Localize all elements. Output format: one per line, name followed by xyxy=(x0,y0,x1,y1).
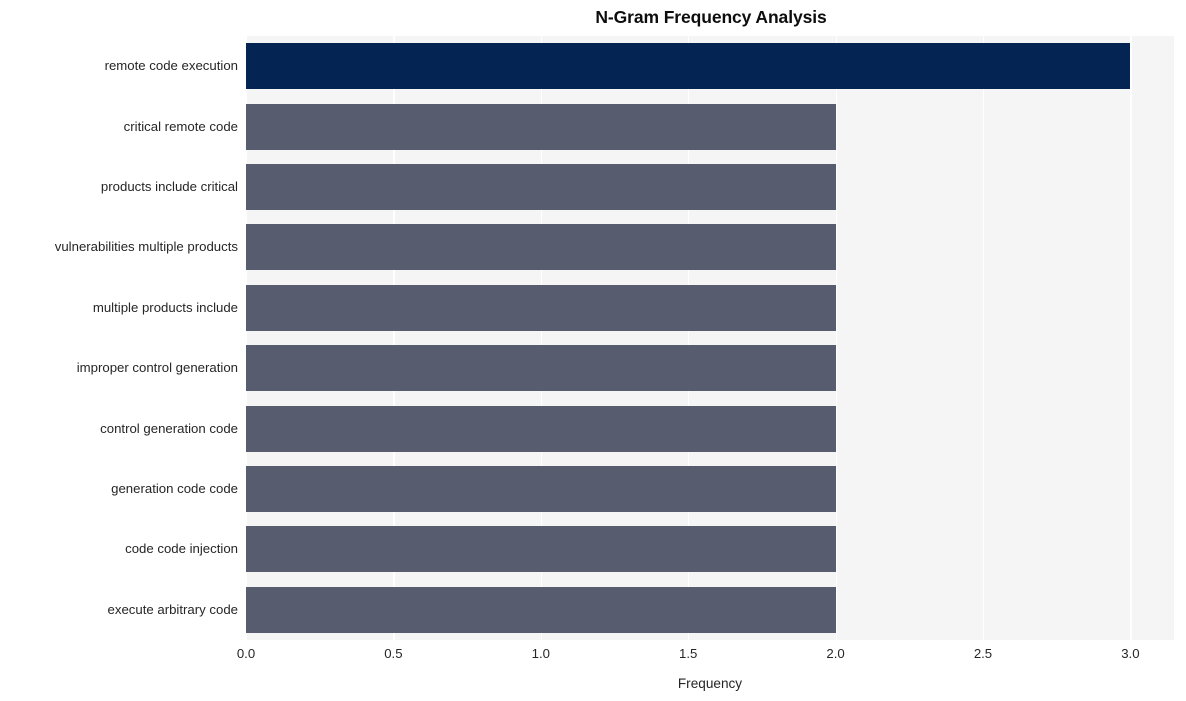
bar xyxy=(246,586,836,633)
x-axis-tick-label: 2.0 xyxy=(826,646,845,661)
bar xyxy=(246,405,836,452)
y-axis-tick-label: remote code execution xyxy=(104,58,238,74)
x-axis-tick-label: 1.0 xyxy=(531,646,550,661)
x-axis-title: Frequency xyxy=(677,676,743,691)
y-axis-tick-label: multiple products include xyxy=(92,299,238,315)
bar xyxy=(246,103,836,150)
y-axis-tick-label: code code injection xyxy=(125,541,238,557)
gridline-x-2.5 xyxy=(982,36,985,640)
y-axis-tick-label: improper control generation xyxy=(76,360,238,376)
y-axis-tick-label: products include critical xyxy=(100,179,238,194)
x-axis-tick-label: 3.0 xyxy=(1121,646,1140,661)
gridline-x-2.0 xyxy=(835,36,837,640)
y-axis-tick-label: execute arbitrary code xyxy=(107,601,238,617)
y-axis-tick-label: vulnerabilities multiple products xyxy=(54,239,238,255)
x-axis-tick-label: 2.5 xyxy=(973,646,993,661)
y-axis: remote code execution critical remote cod… xyxy=(0,36,238,640)
bar xyxy=(246,164,836,210)
page-title: N-Gram Frequency Analysis xyxy=(595,7,827,27)
gridline-x-3.0 xyxy=(1130,36,1132,640)
x-axis-tick-label: 0.0 xyxy=(236,646,256,661)
bar xyxy=(246,284,836,331)
y-axis-tick-label: critical remote code xyxy=(123,118,238,134)
bar xyxy=(246,43,1131,90)
y-axis-tick-label: control generation code xyxy=(100,420,238,436)
bar xyxy=(246,526,836,573)
bar xyxy=(246,345,836,392)
y-axis-tick-label: generation code code xyxy=(111,481,238,496)
x-axis-tick-label: 1.5 xyxy=(679,646,698,661)
plot-area xyxy=(246,36,1174,640)
chart-figure: N-Gram Frequency Analysis remote code ex… xyxy=(0,0,1186,701)
x-axis-tick-label: 0.5 xyxy=(384,646,403,661)
bar xyxy=(246,224,836,271)
bar xyxy=(246,466,836,512)
x-axis: Frequency 0.0 0.5 1.0 1.5 2.0 2.5 3.0 xyxy=(237,640,1174,701)
